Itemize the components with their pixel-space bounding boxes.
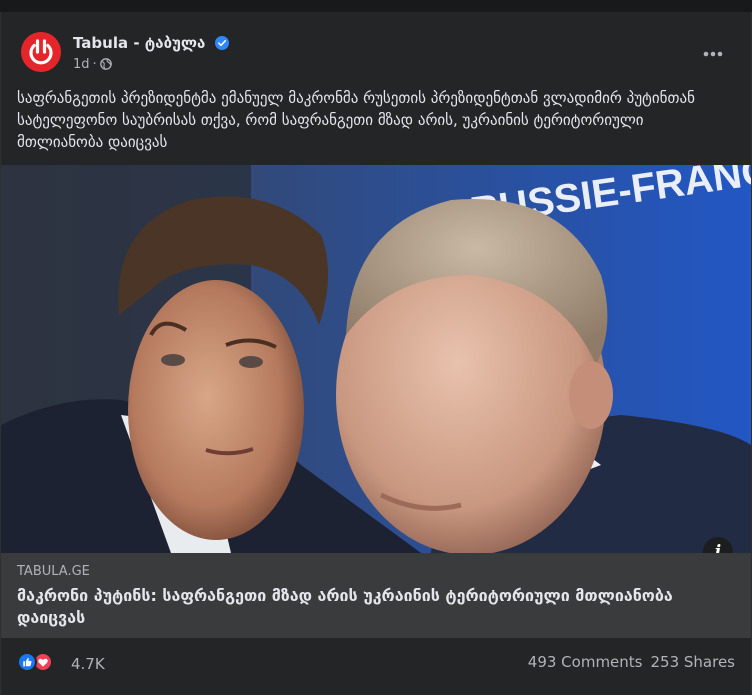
post-text: საფრანგეთის პრეზიდენტმა ემანუელ მაკრონმა… [17,89,695,151]
like-reaction-icon [17,652,37,672]
post-meta: 1d · [73,57,112,72]
more-options-icon[interactable] [695,36,731,72]
tabula-logo-icon[interactable] [21,32,61,72]
comments-count[interactable]: 493 Comments [528,653,643,671]
shares-count[interactable]: 253 Shares [651,653,736,671]
post-header: Tabula - ტაბულა 1d · [21,32,731,76]
previous-post-cut-text [18,0,88,1]
post-footer: 4.7K 493 Comments 253 Shares [17,650,735,674]
page-name[interactable]: Tabula - ტაბულა [73,34,205,52]
feed-post: Tabula - ტაბულა 1d · საფრანგეთის პრეზიდენ… [0,12,752,695]
meta-separator: · [92,57,97,72]
post-photo[interactable]: RUSSIE-FRANCE i [1,165,751,553]
link-preview[interactable]: TABULA.GE მაკრონი პუტინს: საფრანგეთი მზა… [1,553,751,638]
previous-post-edge [0,0,752,6]
link-title[interactable]: მაკრონი პუტინს: საფრანგეთი მზად არის უკრ… [17,585,733,629]
reaction-count[interactable]: 4.7K [71,655,105,673]
post-time[interactable]: 1d [73,57,90,72]
post-stats: 493 Comments 253 Shares [528,653,735,671]
globe-icon[interactable] [99,58,112,70]
link-domain: TABULA.GE [17,564,90,579]
verified-badge-icon [215,36,229,50]
